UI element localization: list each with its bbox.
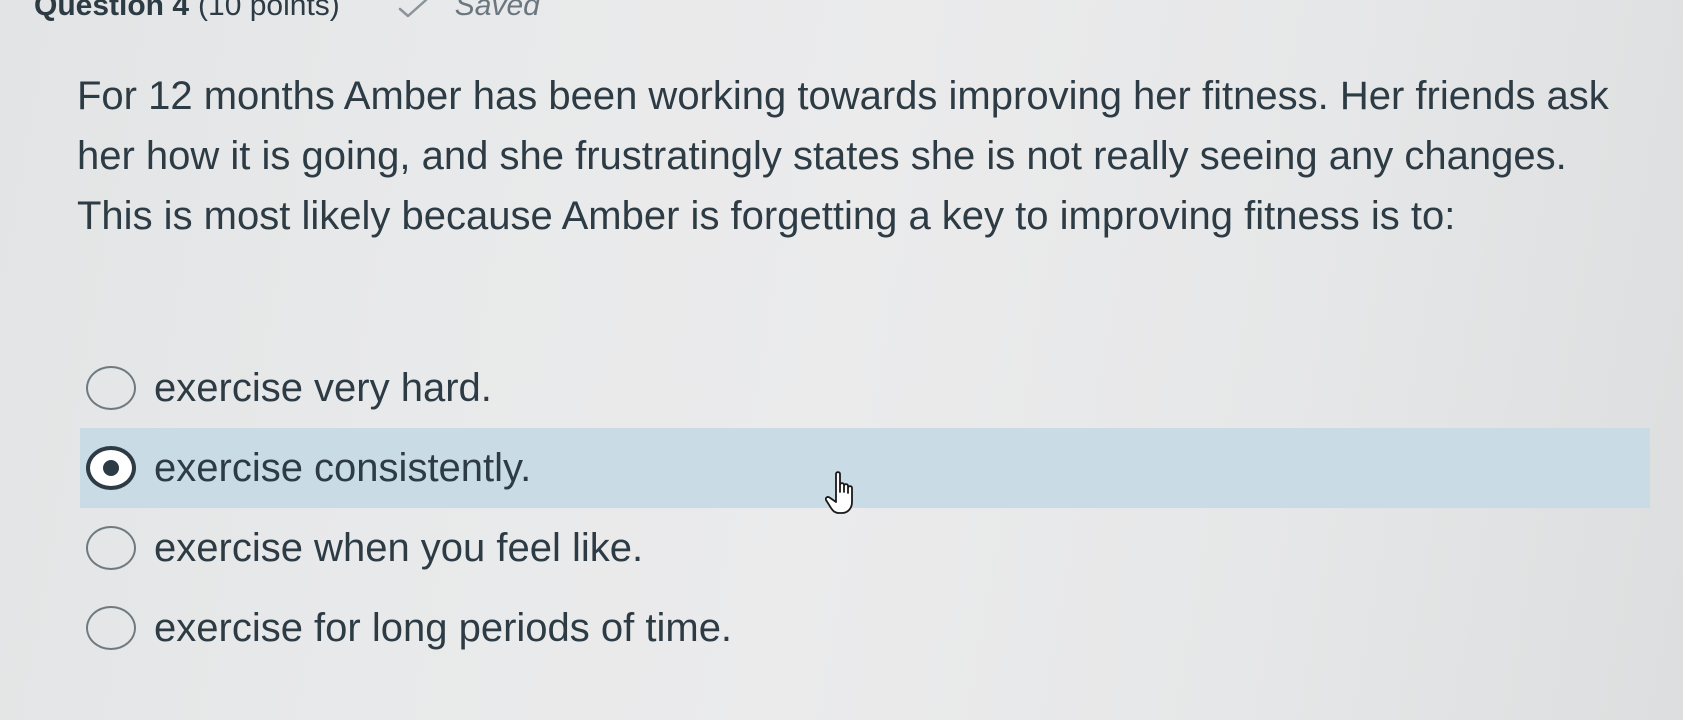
question-points: (10 points) xyxy=(198,0,340,22)
answer-label[interactable]: exercise for long periods of time. xyxy=(154,606,732,651)
radio-button[interactable] xyxy=(86,606,136,650)
answer-label[interactable]: exercise very hard. xyxy=(154,366,492,411)
radio-button[interactable] xyxy=(86,366,136,410)
saved-status: Saved xyxy=(454,0,540,22)
answer-option-1[interactable]: exercise very hard. xyxy=(80,348,1650,428)
question-text: For 12 months Amber has been working tow… xyxy=(77,74,1609,238)
question-title: Question 4 xyxy=(34,0,190,22)
answer-option-3[interactable]: exercise when you feel like. xyxy=(80,508,1650,588)
answer-list: exercise very hard. exercise consistentl… xyxy=(80,348,1650,668)
answer-option-2[interactable]: exercise consistently. xyxy=(80,428,1650,508)
check-icon xyxy=(398,0,428,18)
answer-label[interactable]: exercise consistently. xyxy=(154,446,531,491)
answer-option-4[interactable]: exercise for long periods of time. xyxy=(80,588,1650,668)
pointer-hand-icon xyxy=(824,470,863,518)
answer-label[interactable]: exercise when you feel like. xyxy=(154,526,643,571)
radio-button-selected[interactable] xyxy=(86,446,136,490)
question-header: Question 4 (10 points) Saved xyxy=(34,0,540,26)
radio-button[interactable] xyxy=(86,526,136,570)
